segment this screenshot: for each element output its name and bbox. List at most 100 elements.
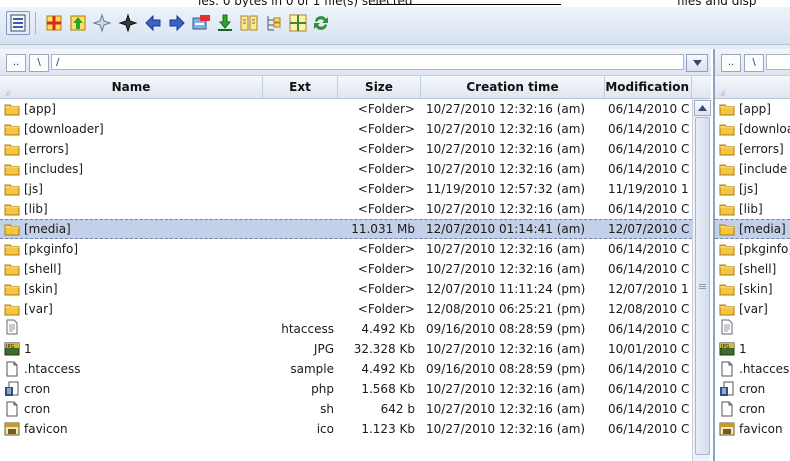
blank-file-icon xyxy=(721,401,733,417)
file-name: [shell] xyxy=(739,262,777,276)
right-col-name-header[interactable]: .ıl xyxy=(715,76,790,98)
table-row[interactable]: [media] xyxy=(715,219,790,239)
svg-text:JPG: JPG xyxy=(5,344,14,350)
file-ext: ico xyxy=(316,422,334,436)
table-row[interactable]: [var] <Folder> 12/08/2010 06:25:21 (pm) 12/… xyxy=(0,299,692,319)
left-column-header: .ıl Name Ext Size Creation time Modifica… xyxy=(0,76,711,99)
file-name-cell: [skin] xyxy=(719,279,790,299)
right-root-button[interactable]: \ xyxy=(744,54,764,72)
blank-file-icon xyxy=(6,401,18,417)
folder-icon xyxy=(719,304,735,316)
compare-button[interactable] xyxy=(237,11,261,35)
scroll-up-button[interactable] xyxy=(694,100,711,116)
table-row[interactable]: htaccess 4.492 Kb 09/16/2010 08:28:59 (pm)… xyxy=(0,319,692,339)
table-row[interactable]: .htaccess sample 4.492 Kb 09/16/2010 08:28:… xyxy=(0,359,692,379)
split-green-button[interactable] xyxy=(66,11,90,35)
right-path-field[interactable] xyxy=(766,54,790,70)
table-row[interactable]: [lib] <Folder> 10/27/2010 12:32:16 (am) 06/… xyxy=(0,199,692,219)
file-name-cell: [pkginfo] xyxy=(4,239,259,259)
table-row[interactable]: [shell] xyxy=(715,259,790,279)
table-row[interactable]: favicon ico 1.123 Kb 10/27/2010 12:32:16 (a… xyxy=(0,419,692,439)
table-row[interactable]: [lib] xyxy=(715,199,790,219)
right-file-panel: .. \ .ıl [app] [downloa [errors] [include [j… xyxy=(713,49,790,461)
table-row[interactable]: [js] <Folder> 11/19/2010 12:57:32 (am) 11/1… xyxy=(0,179,692,199)
table-row[interactable]: cron sh 642 b 10/27/2010 12:32:16 (am) 06/14… xyxy=(0,399,692,419)
left-file-panel: .. \ / .ıl Name Ext Size Creation time M… xyxy=(0,49,711,461)
file-name-cell xyxy=(719,319,790,335)
col-created-header[interactable]: Creation time xyxy=(421,76,605,98)
left-vertical-scrollbar[interactable] xyxy=(692,99,711,461)
file-modified: 06/14/2010 C xyxy=(608,162,690,176)
file-name-cell: cron xyxy=(719,379,790,399)
table-row[interactable]: JPG 1 JPG 32.328 Kb 10/27/2010 12:32:16 (am)… xyxy=(0,339,692,359)
file-name-cell: favicon xyxy=(4,419,259,439)
table-row[interactable]: [downloader] <Folder> 10/27/2010 12:32:16 … xyxy=(0,119,692,139)
file-created: 09/16/2010 08:28:59 (pm) xyxy=(426,362,586,376)
left-parent-button[interactable]: .. xyxy=(6,54,26,72)
sync-dirs-button[interactable] xyxy=(286,11,310,35)
table-row[interactable]: [pkginfo] <Folder> 10/27/2010 12:32:16 (am… xyxy=(0,239,692,259)
folder-icon xyxy=(719,164,735,176)
table-row[interactable]: [shell] <Folder> 10/27/2010 12:32:16 (am) 0… xyxy=(0,259,692,279)
table-row[interactable]: [errors] xyxy=(715,139,790,159)
table-row[interactable]: [var] xyxy=(715,299,790,319)
folder-icon xyxy=(719,184,735,196)
file-size: <Folder> xyxy=(357,182,415,196)
table-row[interactable]: [pkginfo] xyxy=(715,239,790,259)
left-path-text: / xyxy=(56,57,60,68)
file-ext: JPG xyxy=(313,342,334,356)
file-created: 10/27/2010 12:32:16 (am) xyxy=(426,262,586,276)
table-row[interactable]: [app] <Folder> 10/27/2010 12:32:16 (am) 06/… xyxy=(0,99,692,119)
table-row[interactable]: favicon xyxy=(715,419,790,439)
file-name-cell: [errors] xyxy=(719,139,790,159)
col-ext-header[interactable]: Ext xyxy=(263,76,338,98)
left-path-dropdown[interactable] xyxy=(686,54,708,72)
table-row[interactable]: [includes] <Folder> 10/27/2010 12:32:16 (a… xyxy=(0,159,692,179)
table-row[interactable]: [errors] <Folder> 10/27/2010 12:32:16 (am)… xyxy=(0,139,692,159)
forward-button[interactable] xyxy=(165,11,189,35)
back-button[interactable] xyxy=(141,11,165,35)
file-size: <Folder> xyxy=(357,142,415,156)
star-white-button[interactable] xyxy=(90,11,114,35)
star-dark-button[interactable] xyxy=(116,11,140,35)
file-name-cell: [lib] xyxy=(719,199,790,219)
table-row[interactable]: cron xyxy=(715,399,790,419)
file-modified: 06/14/2010 C xyxy=(608,242,690,256)
tree-button[interactable] xyxy=(262,11,286,35)
ftp-button[interactable] xyxy=(189,11,213,35)
right-parent-button[interactable]: .. xyxy=(721,54,741,72)
left-root-button[interactable]: \ xyxy=(29,54,49,72)
table-row[interactable]: [skin] xyxy=(715,279,790,299)
table-row[interactable]: [js] xyxy=(715,179,790,199)
left-path-field[interactable]: / xyxy=(51,54,684,70)
file-name: [pkginfo] xyxy=(24,242,79,256)
compare-icon xyxy=(240,15,258,31)
folder-icon xyxy=(4,164,20,176)
folder-icon xyxy=(719,264,735,276)
table-row[interactable]: cron php 1.568 Kb 10/27/2010 12:32:16 (am) 0… xyxy=(0,379,692,399)
scroll-thumb[interactable] xyxy=(695,117,710,455)
table-row[interactable] xyxy=(715,319,790,339)
text-file-icon xyxy=(6,319,18,335)
table-row[interactable]: [app] xyxy=(715,99,790,119)
file-modified: 06/14/2010 C xyxy=(608,102,690,116)
table-row[interactable]: [downloa xyxy=(715,119,790,139)
refresh-button[interactable] xyxy=(309,11,333,35)
file-name: [var] xyxy=(739,302,768,316)
table-row[interactable]: [skin] <Folder> 12/07/2010 11:11:24 (pm) 12… xyxy=(0,279,692,299)
col-name-header[interactable]: .ıl Name xyxy=(0,76,263,98)
download-button[interactable] xyxy=(213,11,237,35)
table-row[interactable]: JPG 1 xyxy=(715,339,790,359)
table-row[interactable]: .htacces xyxy=(715,359,790,379)
table-row[interactable]: cron xyxy=(715,379,790,399)
file-name: [js] xyxy=(24,182,43,196)
file-ext: sh xyxy=(320,402,334,416)
col-modified-header[interactable]: Modification xyxy=(605,76,692,98)
table-row[interactable]: [media] 11.031 Mb 12/07/2010 01:14:41 (am)… xyxy=(0,219,692,239)
split-red-button[interactable] xyxy=(42,11,66,35)
table-row[interactable]: [include xyxy=(715,159,790,179)
ftp-icon xyxy=(192,15,210,30)
view-mode-button[interactable] xyxy=(6,11,30,35)
col-size-header[interactable]: Size xyxy=(338,76,421,98)
folder-icon xyxy=(719,144,735,156)
